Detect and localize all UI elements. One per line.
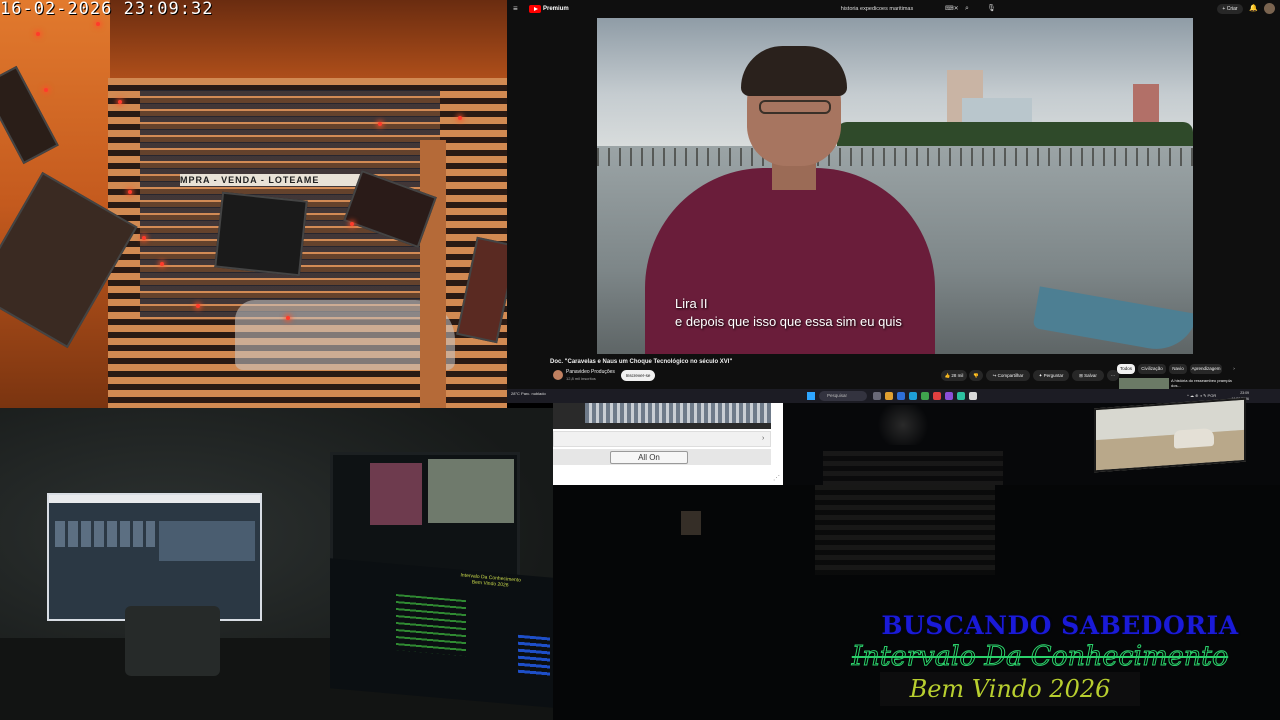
microphone-icon[interactable]: 🎙: [987, 3, 999, 15]
channel-avatar[interactable]: [553, 370, 563, 380]
christmas-light: [44, 88, 48, 92]
preview-band: [585, 403, 771, 423]
screen-thumbnails: [55, 521, 155, 547]
christmas-light: [128, 190, 132, 194]
video-title: Doc. "Caravelas e Naus um Choque Tecnoló…: [550, 359, 733, 365]
share-label: Compartilhar: [997, 373, 1024, 378]
weather-widget[interactable]: 28°C Parc. nublado: [511, 391, 551, 401]
chandelier: [873, 405, 933, 445]
taskbar-app-icon[interactable]: [921, 392, 929, 400]
video-pier: [597, 148, 1193, 166]
room-blinds: [815, 485, 995, 575]
taskbar-app-icon[interactable]: [885, 392, 893, 400]
chip-todos[interactable]: Todos: [1117, 364, 1135, 374]
christmas-light: [142, 236, 146, 240]
camera-timestamp: 16-02-2026 23:09:32: [0, 0, 214, 19]
ask-button[interactable]: ✦ Perguntar: [1033, 370, 1069, 381]
save-label: Salvar: [1084, 373, 1097, 378]
christmas-light: [96, 22, 100, 26]
youtube-window: ≡ Premium historia expedicoes maritimas …: [507, 0, 1280, 403]
chair: [125, 606, 220, 676]
camera-feed-office: MPRA - VENDA - LOTEAME 16-02-2026 23:09:…: [0, 0, 507, 408]
taskbar-app-icon[interactable]: [909, 392, 917, 400]
chip-navio[interactable]: Navio: [1169, 364, 1187, 374]
overlay-subtitle: Intervalo Da Conhecimento: [851, 641, 1229, 673]
taskbar-app-icon[interactable]: [873, 392, 881, 400]
screen-browser-bar: [49, 495, 260, 503]
christmas-light: [118, 100, 122, 104]
chip-civilizacao[interactable]: Civilização: [1138, 364, 1166, 374]
tv-car: [1174, 427, 1214, 449]
christmas-light: [160, 262, 164, 266]
taskbar-app-icon[interactable]: [897, 392, 905, 400]
christmas-light: [350, 222, 354, 226]
save-button[interactable]: ⊞ Salvar: [1072, 370, 1104, 381]
menu-icon[interactable]: ≡: [513, 4, 523, 13]
search-input[interactable]: historia expedicoes maritimas: [787, 3, 967, 15]
subtitle-speaker: Lira II: [675, 296, 708, 311]
ask-label: Perguntar: [1043, 373, 1064, 378]
video-person-glasses: [759, 100, 831, 114]
taskbar-app-icon[interactable]: [957, 392, 965, 400]
notifications-bell-icon[interactable]: 🔔: [1249, 3, 1259, 15]
tv-screen: [1094, 397, 1246, 473]
youtube-play-icon: [529, 5, 541, 13]
preview-video: [370, 463, 422, 525]
chevron-right-icon[interactable]: ›: [1229, 364, 1239, 374]
christmas-light: [196, 304, 200, 308]
avatar[interactable]: [1264, 3, 1275, 14]
screen-video: [159, 521, 255, 561]
subtitle-text: e depois que isso que essa sim eu quis: [675, 314, 902, 329]
horizontal-scrollbar[interactable]: ›: [553, 431, 771, 447]
christmas-light: [36, 32, 40, 36]
subscribe-button[interactable]: Inscrever-se: [621, 370, 655, 381]
audio-meters: [396, 594, 466, 657]
panel-preview-strip: [553, 403, 771, 429]
windows-start-icon[interactable]: [807, 392, 815, 400]
room-blinds: [823, 451, 1003, 485]
youtube-header: ≡ Premium historia expedicoes maritimas …: [507, 0, 1280, 18]
preview-video: [428, 459, 514, 523]
wooden-beam: [420, 140, 446, 408]
camera-feed-studio: Intervalo Da Conhecimento Bem Vindo 2026: [0, 408, 553, 720]
windows-taskbar: 28°C Parc. nublado Pesquisar ^ ☁ ⊕ ◑ ✎ P…: [507, 389, 1280, 403]
overlay-welcome: Bem Vindo 2026: [880, 672, 1140, 706]
studio-light: [214, 191, 308, 277]
overlay-title: BUSCANDO SABEDORIA: [881, 611, 1239, 640]
chevron-right-icon[interactable]: ›: [762, 434, 770, 444]
like-count: 28 mil: [951, 373, 964, 378]
christmas-light: [458, 116, 462, 120]
resize-grip-icon[interactable]: ⋰: [773, 475, 781, 483]
taskbar-app-icon[interactable]: [945, 392, 953, 400]
youtube-logo[interactable]: Premium: [529, 4, 569, 14]
youtube-logo-text: Premium: [543, 6, 569, 12]
taskbar-search[interactable]: Pesquisar: [819, 391, 867, 401]
street-sign: MPRA - VENDA - LOTEAME: [180, 174, 370, 186]
stream-composite: MPRA - VENDA - LOTEAME 16-02-2026 23:09:…: [0, 0, 1280, 720]
christmas-light: [286, 316, 290, 320]
projector-screen: [47, 493, 262, 621]
dislike-icon[interactable]: 👎: [969, 370, 983, 381]
search-icon[interactable]: ⌕: [965, 3, 977, 15]
create-button[interactable]: + Criar: [1217, 4, 1243, 14]
keyboard-clear-icon[interactable]: ⌨✕: [945, 3, 961, 15]
taskbar-app-icon[interactable]: [969, 392, 977, 400]
taskbar-app-icon[interactable]: [933, 392, 941, 400]
chip-aprendizagem[interactable]: Aprendizagem: [1190, 364, 1222, 374]
christmas-light: [378, 122, 382, 126]
all-on-button[interactable]: All On: [610, 451, 688, 464]
audio-faders: [518, 634, 550, 678]
room-lamp: [681, 511, 701, 535]
control-panel: › All On ⋰: [553, 403, 783, 485]
like-button[interactable]: 👍 28 mil: [941, 370, 967, 381]
share-button[interactable]: ↪ Compartilhar: [986, 370, 1030, 381]
